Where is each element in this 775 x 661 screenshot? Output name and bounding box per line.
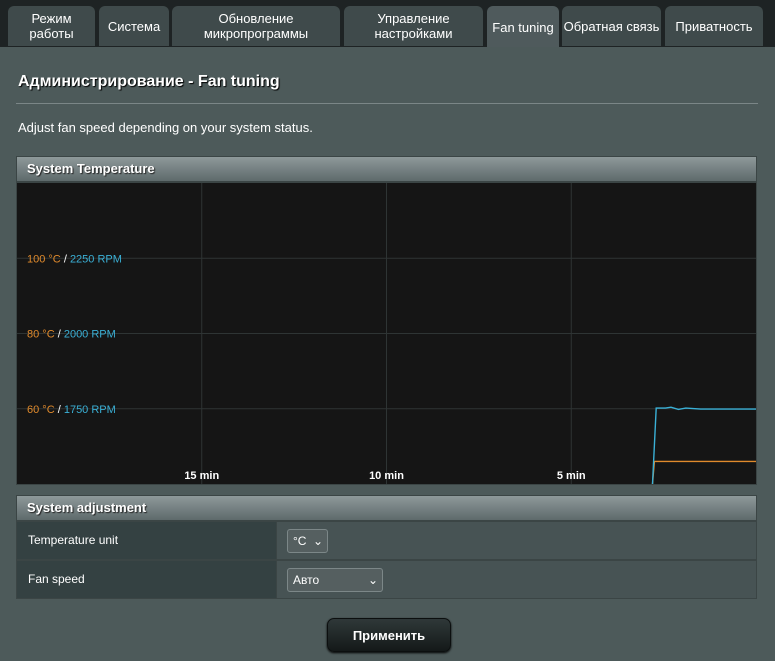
page-title: Администрирование - Fan tuning <box>18 73 280 90</box>
tab-feedback[interactable]: Обратная связь <box>562 6 661 46</box>
title-divider <box>16 103 758 104</box>
fan-speed-select[interactable]: Авто ⌄ <box>287 568 383 592</box>
temperature-chart: 15 min 10 min 5 min 100 °C / 2250 RPM 80 °C … <box>16 182 757 485</box>
fan-speed-label: Fan speed <box>17 561 277 598</box>
x-tick-label: 15 min <box>184 470 219 482</box>
tab-operation-mode[interactable]: Режим работы <box>8 6 95 46</box>
system-adjustment-header: System adjustment <box>16 495 757 521</box>
y-tick-label: 80 °C / 2000 RPM <box>27 329 116 341</box>
temperature-unit-row: Temperature unit °C ⌄ <box>16 521 757 560</box>
tab-fan-tuning[interactable]: Fan tuning <box>487 6 559 48</box>
temperature-series-line <box>651 460 756 484</box>
system-temperature-header: System Temperature <box>16 156 757 182</box>
fan-speed-row: Fan speed Авто ⌄ <box>16 560 757 599</box>
chevron-down-icon: ⌄ <box>367 573 378 587</box>
tab-firmware-upgrade[interactable]: Обновление микропрограммы <box>172 6 340 46</box>
fan-speed-series-line <box>651 406 756 484</box>
fan-speed-value: Авто <box>293 573 320 587</box>
y-tick-label: 60 °C / 1750 RPM <box>27 404 116 416</box>
tab-settings-management[interactable]: Управление настройками <box>344 6 483 46</box>
x-tick-label: 10 min <box>369 470 404 482</box>
tab-privacy[interactable]: Приватность <box>665 6 763 46</box>
y-tick-label: 100 °C / 2250 RPM <box>27 253 122 265</box>
x-tick-label: 5 min <box>557 470 586 482</box>
temperature-unit-value: °C <box>293 534 307 548</box>
page-description: Adjust fan speed depending on your syste… <box>18 120 313 135</box>
apply-button[interactable]: Применить <box>327 618 451 652</box>
main-panel: Администрирование - Fan tuning Adjust fa… <box>0 47 775 661</box>
temperature-chart-svg: 15 min 10 min 5 min 100 °C / 2250 RPM 80 °C … <box>17 183 756 484</box>
chevron-down-icon: ⌄ <box>312 534 323 548</box>
tab-system[interactable]: Система <box>99 6 169 46</box>
tab-bar: Режим работы Система Обновление микропро… <box>0 0 775 48</box>
temperature-unit-label: Temperature unit <box>17 522 277 559</box>
temperature-unit-select[interactable]: °C ⌄ <box>287 529 328 553</box>
